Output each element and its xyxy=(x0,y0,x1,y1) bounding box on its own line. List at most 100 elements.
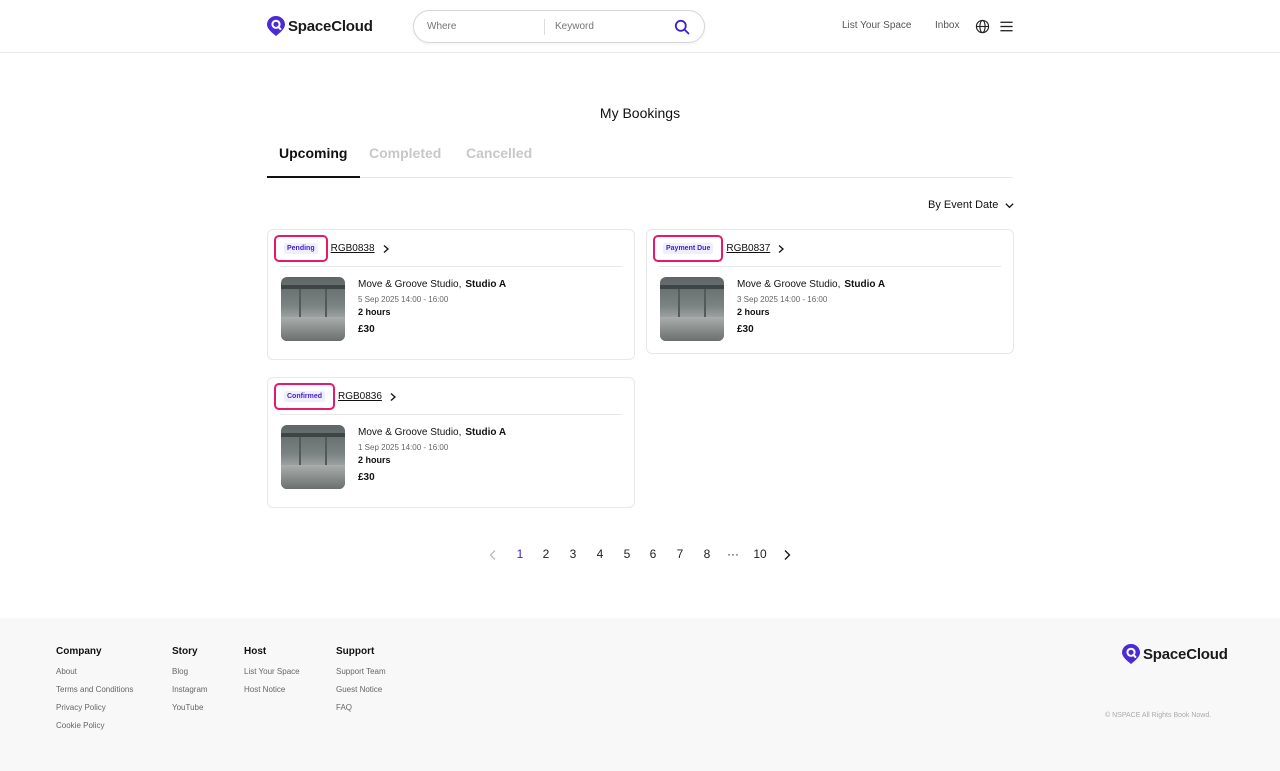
booking-card[interactable]: Confirmed RGB0836 Move & Groove Studio, S… xyxy=(267,377,635,508)
room-name: Studio A xyxy=(465,427,507,438)
page-3[interactable]: 3 xyxy=(566,547,580,561)
search-bar xyxy=(413,10,705,43)
footer-column-company: Company About Terms and Conditions Priva… xyxy=(56,646,133,739)
globe-icon[interactable] xyxy=(975,19,990,34)
booking-duration: 2 hours xyxy=(358,307,391,317)
booking-card-header: Pending RGB0838 xyxy=(274,235,391,262)
booking-date: 1 Sep 2025 14:00 - 16:00 xyxy=(358,443,449,452)
page-ellipsis: ··· xyxy=(727,547,739,561)
space-thumbnail[interactable] xyxy=(281,277,345,341)
page-4[interactable]: 4 xyxy=(593,547,607,561)
footer-link-terms[interactable]: Terms and Conditions xyxy=(56,685,133,694)
booking-card[interactable]: Payment Due RGB0837 Move & Groove Studio… xyxy=(646,229,1014,354)
menu-icon[interactable] xyxy=(999,19,1014,34)
space-thumbnail[interactable] xyxy=(660,277,724,341)
keyword-input[interactable] xyxy=(545,21,661,32)
chevron-right-icon[interactable] xyxy=(381,244,391,254)
booking-details: Move & Groove Studio, Studio A 3 Sep 2025… xyxy=(737,279,885,335)
chevron-right-icon[interactable] xyxy=(781,549,793,561)
booking-price: £30 xyxy=(358,472,375,483)
venue-line: Move & Groove Studio, Studio A xyxy=(358,279,506,290)
footer-heading: Host xyxy=(244,646,267,657)
tab-completed[interactable]: Completed xyxy=(369,145,441,161)
chevron-left-icon[interactable] xyxy=(487,549,499,561)
footer-link-blog[interactable]: Blog xyxy=(172,667,208,676)
booking-price: £30 xyxy=(358,324,375,335)
footer-link-youtube[interactable]: YouTube xyxy=(172,703,208,712)
brand-name: SpaceCloud xyxy=(288,17,373,35)
page-5[interactable]: 5 xyxy=(620,547,634,561)
footer-heading: Support xyxy=(336,646,375,657)
booking-details: Move & Groove Studio, Studio A 1 Sep 2025… xyxy=(358,427,506,483)
footer: Company About Terms and Conditions Priva… xyxy=(0,618,1280,771)
footer-link-faq[interactable]: FAQ xyxy=(336,703,386,712)
booking-tabs: Upcoming Completed Cancelled xyxy=(267,143,1013,178)
page-10[interactable]: 10 xyxy=(752,547,768,561)
footer-link-support-team[interactable]: Support Team xyxy=(336,667,386,676)
footer-link-about[interactable]: About xyxy=(56,667,133,676)
booking-reference-link[interactable]: RGB0836 xyxy=(338,391,382,402)
header: SpaceCloud List Your Space Inbox xyxy=(0,0,1280,53)
card-divider xyxy=(659,266,1001,267)
inbox-link[interactable]: Inbox xyxy=(935,20,959,31)
footer-link-privacy[interactable]: Privacy Policy xyxy=(56,703,133,712)
footer-heading: Story xyxy=(172,646,198,657)
tab-upcoming[interactable]: Upcoming xyxy=(279,145,347,161)
booking-date: 5 Sep 2025 14:00 - 16:00 xyxy=(358,295,449,304)
status-badge: Pending xyxy=(274,235,328,262)
search-icon[interactable] xyxy=(674,19,690,35)
booking-duration: 2 hours xyxy=(737,307,770,317)
booking-reference-link[interactable]: RGB0837 xyxy=(726,243,770,254)
footer-link-instagram[interactable]: Instagram xyxy=(172,685,208,694)
booking-date: 3 Sep 2025 14:00 - 16:00 xyxy=(737,295,828,304)
room-name: Studio A xyxy=(844,279,886,290)
page-8[interactable]: 8 xyxy=(700,547,714,561)
booking-card-header: Payment Due RGB0837 xyxy=(653,235,786,262)
venue-name: Move & Groove Studio, xyxy=(737,279,841,290)
footer-brand-logo[interactable]: SpaceCloud xyxy=(1122,644,1228,664)
card-divider xyxy=(280,266,622,267)
sort-dropdown[interactable]: By Event Date xyxy=(928,199,1015,211)
tab-cancelled[interactable]: Cancelled xyxy=(466,145,532,161)
copyright-text: © NSPACE All Rights Book Nowd. xyxy=(1105,712,1212,719)
page-title: My Bookings xyxy=(599,105,681,121)
brand-logo[interactable]: SpaceCloud xyxy=(267,16,373,36)
room-name: Studio A xyxy=(465,279,507,290)
footer-brand-name: SpaceCloud xyxy=(1143,645,1228,663)
footer-column-story: Story Blog Instagram YouTube xyxy=(172,646,208,721)
booking-card-header: Confirmed RGB0836 xyxy=(274,383,398,410)
status-label: Confirmed xyxy=(284,391,325,402)
footer-link-host-notice[interactable]: Host Notice xyxy=(244,685,300,694)
booking-details: Move & Groove Studio, Studio A 5 Sep 2025… xyxy=(358,279,506,335)
page-2[interactable]: 2 xyxy=(539,547,553,561)
chevron-down-icon xyxy=(1005,202,1014,208)
footer-link-guest-notice[interactable]: Guest Notice xyxy=(336,685,386,694)
booking-card[interactable]: Pending RGB0838 Move & Groove Studio, Stu… xyxy=(267,229,635,360)
chevron-right-icon[interactable] xyxy=(776,244,786,254)
chevron-right-icon[interactable] xyxy=(388,392,398,402)
footer-column-support: Support Support Team Guest Notice FAQ xyxy=(336,646,386,721)
footer-link-cookie[interactable]: Cookie Policy xyxy=(56,721,133,730)
venue-line: Move & Groove Studio, Studio A xyxy=(737,279,885,290)
location-pin-icon xyxy=(1122,644,1140,664)
status-badge: Confirmed xyxy=(274,383,335,410)
footer-heading: Company xyxy=(56,646,102,657)
footer-column-host: Host List Your Space Host Notice xyxy=(244,646,300,703)
booking-reference-link[interactable]: RGB0838 xyxy=(331,243,375,254)
where-input[interactable] xyxy=(414,21,544,32)
page-7[interactable]: 7 xyxy=(673,547,687,561)
location-pin-icon xyxy=(267,16,285,36)
page-1[interactable]: 1 xyxy=(513,547,527,561)
status-label: Pending xyxy=(284,243,318,254)
status-badge: Payment Due xyxy=(653,235,724,262)
booking-duration: 2 hours xyxy=(358,455,391,465)
sort-label: By Event Date xyxy=(928,199,999,211)
space-thumbnail[interactable] xyxy=(281,425,345,489)
active-tab-indicator xyxy=(267,176,360,178)
booking-price: £30 xyxy=(737,324,754,335)
footer-link-list-space[interactable]: List Your Space xyxy=(244,667,300,676)
card-divider xyxy=(280,414,622,415)
list-your-space-link[interactable]: List Your Space xyxy=(842,20,912,31)
status-label: Payment Due xyxy=(663,243,714,254)
page-6[interactable]: 6 xyxy=(646,547,660,561)
